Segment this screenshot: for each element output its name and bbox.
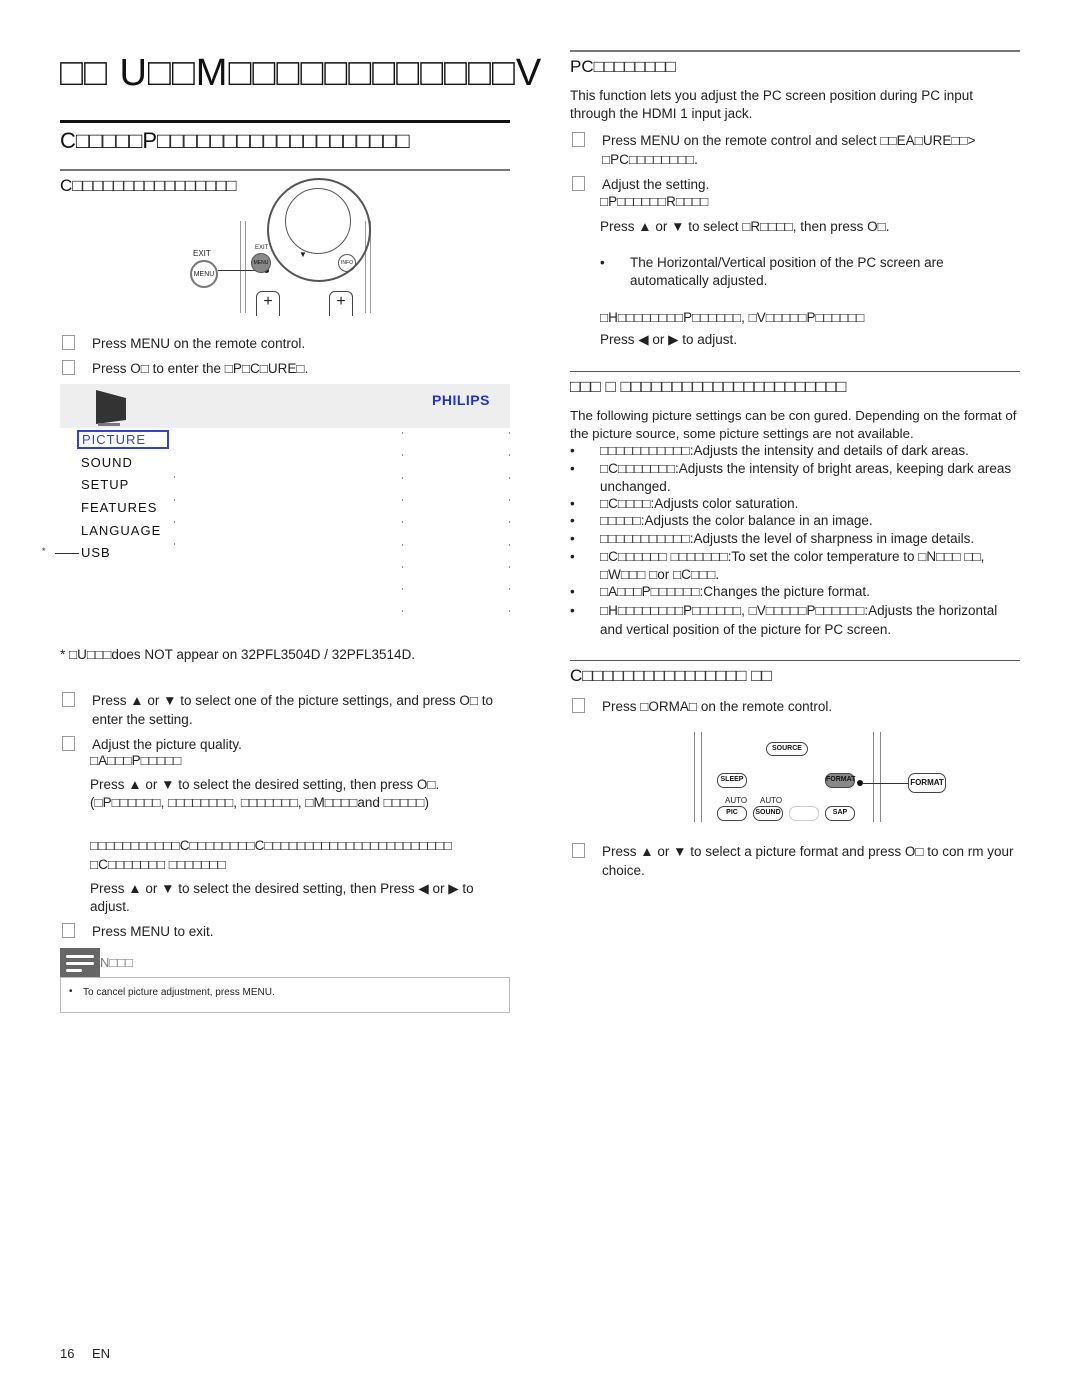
- auto-picture-options: (□P□□□□□□, □□□□□□□□, □□□□□□□, □M□□□□and …: [90, 795, 429, 810]
- format-title: C□□□□□□□□□□□□□□□□ □□: [570, 666, 772, 685]
- setting-bullet: • □□□□□□□□□□□:Adjusts the intensity and d…: [570, 443, 969, 458]
- menu-item-usb[interactable]: USB: [81, 545, 111, 560]
- plus-button-left: +: [256, 291, 280, 316]
- pc-rule: [570, 50, 1020, 52]
- remote-edge-left: [240, 221, 246, 313]
- step-checkbox-icon: [572, 176, 585, 191]
- pc-position-label: □H□□□□□□□□P□□□□□□, □V□□□□□P□□□□□□: [600, 310, 865, 325]
- remote-menu-illustration: ▼ EXIT MENU EXIT MENU INFO + +: [185, 178, 375, 318]
- step-checkbox-icon: [62, 923, 75, 938]
- note-box: • To cancel picture adjustment, press ME…: [60, 977, 510, 1013]
- philips-logo: PHILIPS: [432, 392, 490, 408]
- section-rule: [60, 120, 510, 123]
- remote-edge-right: [873, 732, 881, 822]
- format-step-2: Press ▲ or ▼ to select a picture format …: [572, 842, 1022, 880]
- setting-bullet: • □□□□□:Adjusts the color balance in an i…: [570, 513, 873, 528]
- setting-bullet: • □A□□□P□□□□□□:Changes the picture format…: [570, 584, 870, 599]
- menu-item-sound[interactable]: SOUND: [81, 455, 133, 470]
- other-settings-label-2: □C□□□□□□□ □□□□□□□: [90, 857, 226, 872]
- down-arrow-icon: ▼: [299, 250, 307, 259]
- usb-callout-line: [55, 553, 79, 554]
- other-settings-text: Press ▲ or ▼ to select the desired setti…: [90, 881, 474, 914]
- step-checkbox-icon: [572, 698, 585, 713]
- setting-bullet: • □C□□□□:Adjusts color saturation.: [570, 496, 799, 511]
- setting-bullet: • □H□□□□□□□□P□□□□□□, □V□□□□□P□□□□□□:Adjus…: [570, 603, 998, 637]
- language-code: EN: [92, 1346, 111, 1361]
- menu-item-features[interactable]: FEATURES: [81, 500, 157, 515]
- pic-button: PIC: [717, 806, 747, 821]
- menu-item-picture[interactable]: PICTURE: [77, 430, 169, 449]
- menu-item-setup[interactable]: SETUP: [81, 477, 129, 492]
- step-checkbox-icon: [572, 843, 585, 858]
- menu-item-language[interactable]: LANGUAGE: [81, 523, 161, 538]
- note-icon: [60, 948, 100, 978]
- page-number: 16: [60, 1346, 75, 1361]
- exit-label: EXIT: [193, 249, 211, 258]
- blank-button: [789, 806, 819, 821]
- pc-reset-text: Press ▲ or ▼ to select □R□□□□, then pres…: [600, 219, 890, 234]
- pc-reset-label: □P□□□□□□R□□□□: [600, 194, 709, 209]
- plus-button-right: +: [329, 291, 353, 316]
- step-1: Press MENU on the remote control.: [62, 334, 512, 353]
- auto-picture-text: Press ▲ or ▼ to select the desired setti…: [90, 777, 440, 792]
- menu-button: MENU: [251, 253, 271, 273]
- usb-asterisk: *: [42, 546, 46, 556]
- menu-button-callout: MENU: [190, 260, 218, 288]
- usb-footnote: * □U□□□does NOT appear on 32PFL3504D / 3…: [60, 647, 416, 662]
- remote-edge-left: [694, 732, 702, 822]
- note-title: N□□□: [100, 955, 133, 970]
- pc-title: PC□□□□□□□□: [570, 57, 676, 76]
- step-5: Press MENU to exit.: [62, 922, 512, 941]
- auto-label-2: AUTO: [760, 796, 783, 805]
- setting-bullet: • □□□□□□□□□□□:Adjusts the level of sharpn…: [570, 531, 975, 546]
- note-bullet: •: [69, 986, 73, 997]
- format-button: FORMAT: [825, 773, 855, 788]
- setting-bullet: • □C□□□□□□□:Adjusts the intensity of brig…: [570, 461, 1012, 494]
- auto-label-1: AUTO: [725, 796, 748, 805]
- subsection-title: C□□□□□□□□□□□□□□□□: [60, 176, 237, 195]
- format-button-callout: FORMAT: [908, 773, 946, 793]
- format-rule: [570, 660, 1020, 661]
- exit-inner-label: EXIT: [255, 245, 269, 251]
- pc-intro: This function lets you adjust the PC scr…: [570, 88, 973, 121]
- sound-button: SOUND: [753, 806, 783, 821]
- step-3: Press ▲ or ▼ to select one of the pictur…: [62, 691, 512, 729]
- page-title: □□ U□□M□□□□□□□□□□□□V: [60, 52, 543, 94]
- section-title: C□□□□□P□□□□□□□□□□□□□□□□□□□: [60, 128, 410, 153]
- step-checkbox-icon: [62, 736, 75, 751]
- note-text: To cancel picture adjustment, press MENU…: [83, 987, 275, 998]
- subsection-rule: [60, 169, 510, 171]
- info-button: INFO: [338, 254, 356, 272]
- more-settings-intro: The following picture settings can be co…: [570, 408, 1017, 441]
- callout-line: [862, 783, 908, 784]
- step-2: Press O□ to enter the □P□C□URE□.: [62, 359, 512, 378]
- tv-icon: [96, 390, 126, 426]
- pc-reset-bullet: • The Horizontal/Vertical position of the…: [600, 255, 944, 288]
- sap-button: SAP: [825, 806, 855, 821]
- tv-menu-screenshot: PHILIPS PICTURE SOUND SETUP FEATURES LAN…: [60, 384, 510, 624]
- pc-position-text: Press ◀ or ▶ to adjust.: [600, 332, 738, 347]
- source-button: SOURCE: [766, 742, 808, 756]
- setting-bullet: • □C□□□□□□ □□□□□□□:To set the color tempe…: [570, 549, 985, 582]
- other-settings-label: □□□□□□□□□□□C□□□□□□□□C□□□□□□□□□□□□□□□□□□□…: [90, 838, 452, 853]
- step-checkbox-icon: [62, 692, 75, 707]
- step-checkbox-icon: [572, 132, 585, 147]
- step-checkbox-icon: [62, 360, 75, 375]
- remote-format-illustration: SOURCE SLEEP FORMAT FORMAT AUTO AUTO PIC…: [690, 730, 955, 825]
- pc-step-1: Press MENU on the remote control and sel…: [572, 131, 1022, 169]
- more-settings-title: □□□ □ □□□□□□□□□□□□□□□□□□□□□□: [570, 377, 847, 396]
- step-4: Adjust the picture quality.: [62, 735, 512, 754]
- menu-header: PHILIPS: [60, 384, 510, 428]
- pc-step-2: Adjust the setting.: [572, 175, 1022, 194]
- more-rule: [570, 371, 1020, 372]
- dpad-inner-ring: [285, 188, 351, 254]
- sleep-button: SLEEP: [717, 773, 747, 788]
- step-checkbox-icon: [62, 335, 75, 350]
- auto-picture-label: □A□□□P□□□□□: [90, 753, 182, 768]
- format-step-1: Press □ORMA□ on the remote control.: [572, 697, 1022, 716]
